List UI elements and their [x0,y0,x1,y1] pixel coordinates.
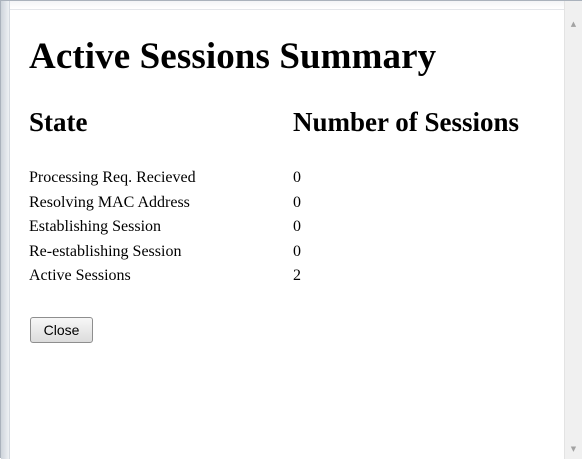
count-cell: 2 [293,267,301,285]
count-cell: 0 [293,193,301,211]
close-button[interactable]: Close [30,317,93,343]
page-title: Active Sessions Summary [29,36,437,77]
column-header-state: State [29,107,88,137]
count-cell: 0 [293,218,301,236]
sessions-table: Processing Req. Recieved 0 Resolving MAC… [29,166,301,289]
count-cell: 0 [293,242,301,260]
state-cell: Active Sessions [29,267,131,285]
vertical-scrollbar[interactable]: ▲ ▼ [564,1,582,459]
column-header-sessions: Number of Sessions [293,107,520,137]
page-content: Active Sessions Summary State Number of … [29,1,559,459]
scroll-track[interactable] [568,33,578,437]
count-cell: 0 [293,169,301,187]
arrow-up-icon[interactable]: ▲ [565,15,582,32]
state-cell: Resolving MAC Address [29,193,190,211]
table-row: Re-establishing Session 0 [29,240,301,265]
table-row: Resolving MAC Address 0 [29,191,301,216]
table-row: Processing Req. Recieved 0 [29,166,301,191]
window-left-edge [1,1,10,459]
state-cell: Establishing Session [29,218,162,236]
arrow-down-icon[interactable]: ▼ [565,440,582,457]
state-cell: Processing Req. Recieved [29,169,196,187]
dialog-window: Active Sessions Summary State Number of … [0,0,582,459]
table-row: Active Sessions 2 [29,264,301,289]
state-cell: Re-establishing Session [29,242,182,260]
table-row: Establishing Session 0 [29,215,301,240]
